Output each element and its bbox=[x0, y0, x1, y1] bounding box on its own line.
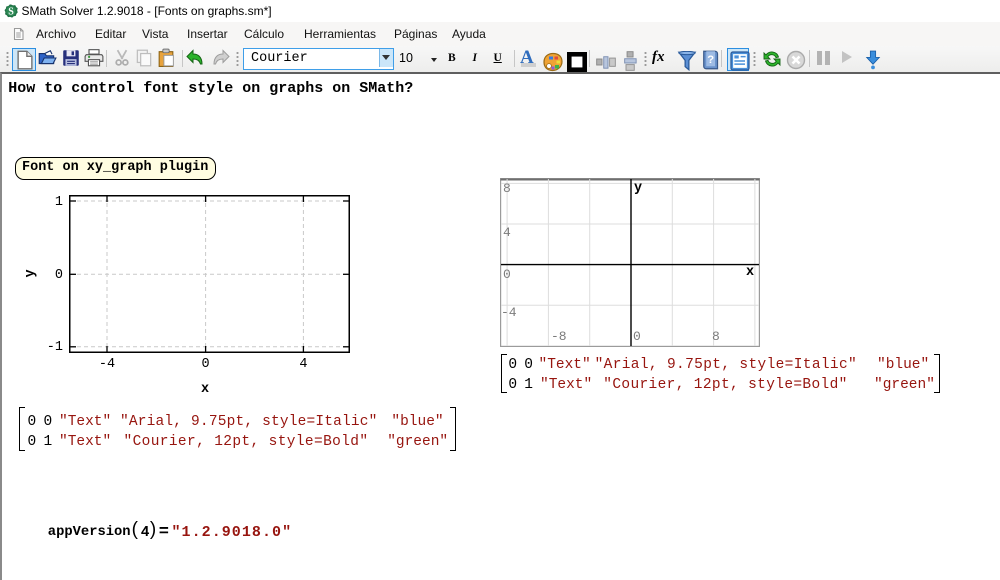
svg-text:S: S bbox=[8, 6, 14, 17]
svg-text:?: ? bbox=[707, 54, 714, 66]
